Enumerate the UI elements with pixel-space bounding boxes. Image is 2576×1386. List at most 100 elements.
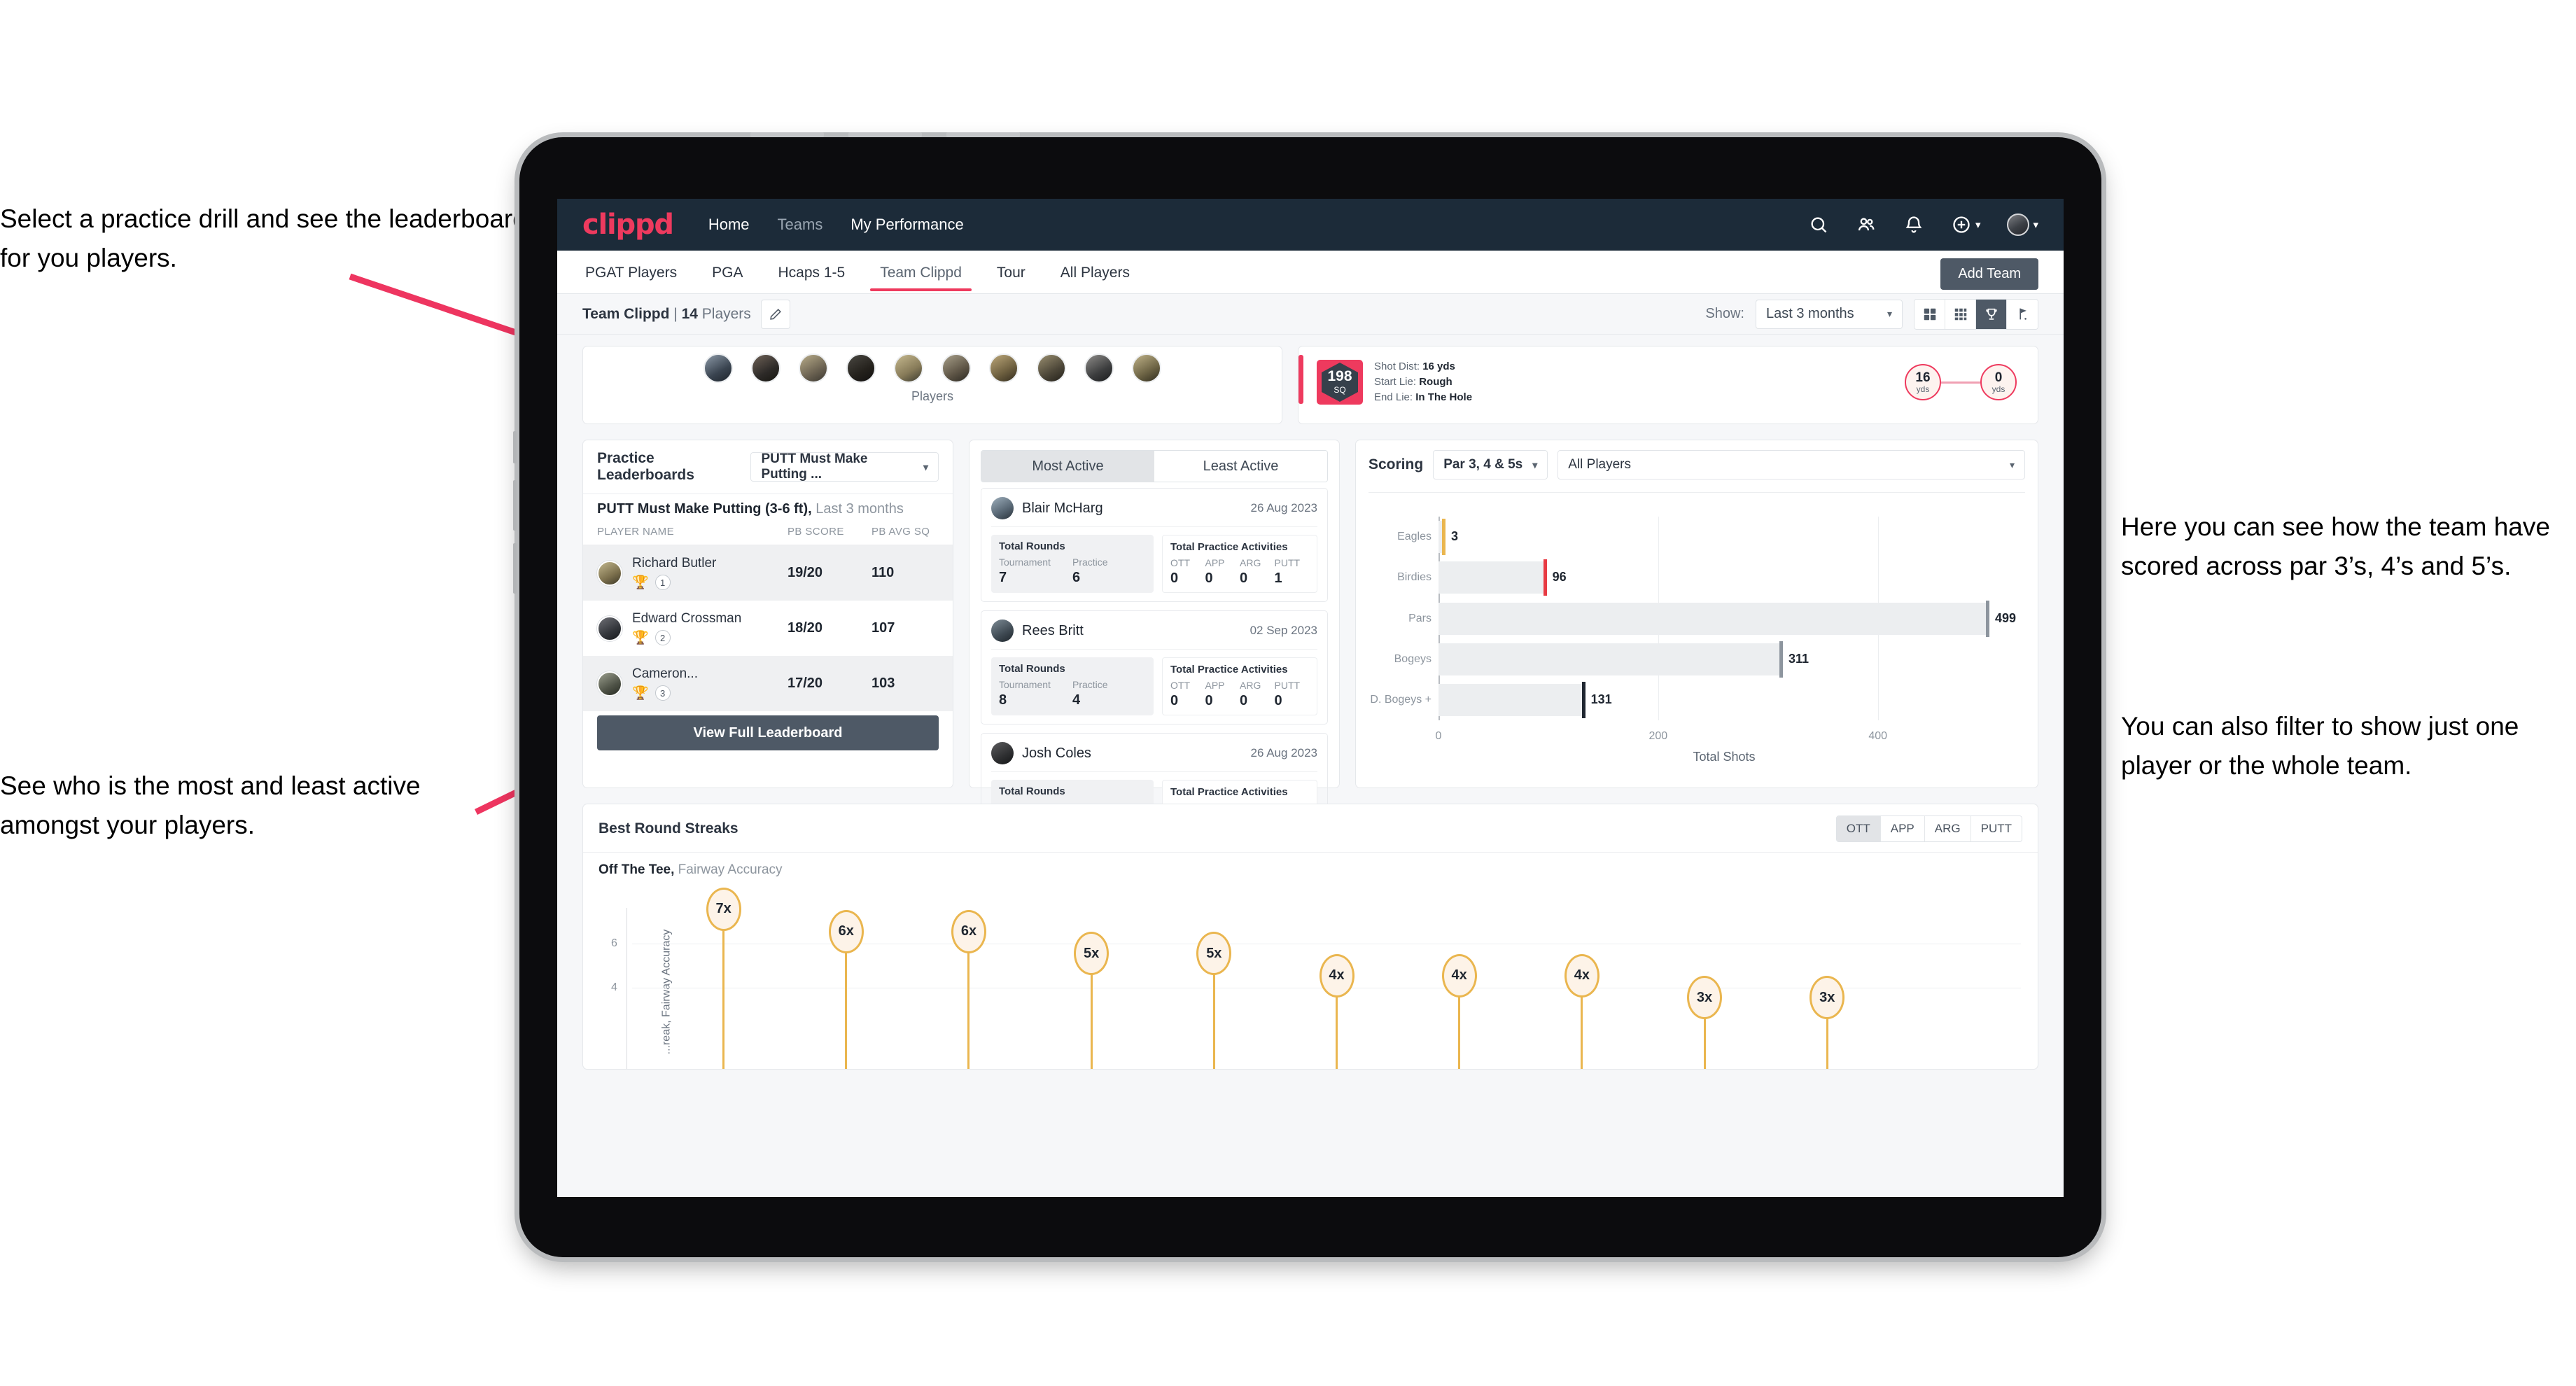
team-tabs: PGAT Players PGA Hcaps 1-5 Team Clippd T… [557,251,2064,294]
tab-pga[interactable]: PGA [709,253,746,291]
avatar[interactable] [704,354,733,383]
streak-stem [1581,987,1583,1069]
sq-unit: SQ [1334,384,1346,395]
practice-activities-title: Total Practice Activities [1170,664,1288,676]
add-menu[interactable]: ▾ [1951,214,1980,235]
chevron-down-icon: ▾ [1532,458,1538,470]
tab-all-players[interactable]: All Players [1058,253,1133,291]
shot-dist-line: Shot Dist: 16 yds [1374,360,1455,373]
grid-2x2-icon[interactable] [1914,299,1945,329]
table-row[interactable]: Cameron... 🏆 3 17/20 103 [583,656,953,711]
accent-bar [1298,355,1303,404]
total-rounds-block: Total Rounds Tournament 7 Practice 6 [991,535,1154,593]
streak-value-bubble: 4x [1319,953,1354,997]
view-full-leaderboard-button[interactable]: View Full Leaderboard [597,715,939,750]
nav-link-my-performance[interactable]: My Performance [850,216,963,234]
table-row[interactable]: Edward Crossman 🏆 2 18/20 107 [583,601,953,656]
ott-cell: OTT0 [1170,680,1190,708]
avatar[interactable] [1037,354,1066,383]
avatar[interactable] [894,354,923,383]
drill-select[interactable]: PUTT Must Make Putting ... ▾ [750,451,939,482]
toggle-app[interactable]: APP [1880,816,1925,841]
shot-quality-badge: 198 SQ [1317,360,1363,405]
bar-value-label: 131 [1590,692,1612,706]
player-filter-select[interactable]: All Players ▾ [1558,450,2025,479]
nav-link-teams[interactable]: Teams [778,216,823,234]
x-axis-tick: 200 [1648,730,1668,742]
putt-cell: PUTT 0 [1274,680,1301,708]
avatar[interactable] [846,354,876,383]
nav-links: Home Teams My Performance [708,216,964,234]
grid-3x3-icon[interactable] [1945,299,1976,329]
bar-value-label: 96 [1552,570,1567,584]
bar: 499 [1438,600,2016,637]
tab-team-clippd[interactable]: Team Clippd [870,253,972,291]
drill-select-value: PUTT Must Make Putting ... [761,451,868,482]
middle-row: Practice Leaderboards PUTT Must Make Put… [582,440,2038,847]
flag-icon[interactable] [2007,299,2038,329]
toggle-putt[interactable]: PUTT [1970,816,2022,841]
player-stats: Total Rounds Tournament 8 Practice 4 Total… [991,657,1317,715]
shot-detail-card: 198 SQ Shot Dist: 16 yds Start Lie: Roug… [1298,346,2038,424]
practice-activities-values: OTT 0 APP 0 ARG 0 PUTT 0 [1170,680,1309,709]
player-name: Cameron... [632,666,698,681]
bar-value-label: 3 [1451,529,1459,544]
trophy-icon: 🏆 [632,630,649,645]
tab-hcaps-1-5[interactable]: Hcaps 1-5 [775,253,848,291]
pb-score: 17/20 [788,676,823,691]
player-name: Edward Crossman [632,611,742,626]
streaks-plot-area: ...reak, Fairway Accuracy 4 6 7x 6x 6x 5x 5x 4x… [611,887,2021,1069]
streaks-y-axis-label: ...reak, Fairway Accuracy [660,929,673,1055]
avatar[interactable] [799,354,828,383]
total-rounds-title: Total Rounds [999,785,1065,797]
avatar[interactable] [989,354,1018,383]
list-item[interactable]: Blair McHarg 26 Aug 2023 Total Rounds To… [981,488,1328,602]
avatar[interactable] [1084,354,1114,383]
device-button [848,132,922,137]
shot-distance-diagram: 16 yds 0 yds [1905,364,2017,400]
tab-pgat-players[interactable]: PGAT Players [582,253,680,291]
bell-icon[interactable] [1903,214,1924,235]
toggle-arg[interactable]: ARG [1924,816,1971,841]
best-round-streaks-card: Best Round Streaks OTT APP ARG PUTT Off … [582,804,2038,1070]
people-icon[interactable] [1856,214,1877,235]
avatar[interactable] [2007,214,2030,236]
clippd-logo[interactable]: clippd [582,209,674,241]
tab-most-active[interactable]: Most Active [981,451,1154,482]
avatar[interactable] [1132,354,1161,383]
team-title: Team Clippd | 14 Players [582,305,751,322]
rank-badges: 🏆 2 [632,630,788,645]
tab-tour[interactable]: Tour [994,253,1028,291]
search-icon[interactable] [1808,214,1829,235]
avatar[interactable] [941,354,971,383]
ott-cell: OTT0 [1170,557,1190,586]
col-pb-avg-sq: PB AVG SQ [872,526,930,538]
avatar [991,620,1014,642]
y-axis-tick: 6 [611,937,617,949]
shot-detail-inner: 198 SQ Shot Dist: 16 yds Start Lie: Roug… [1298,354,2038,411]
add-team-button[interactable]: Add Team [1940,258,2038,290]
nav-link-home[interactable]: Home [708,216,750,234]
device-button [750,132,824,137]
plus-circle-icon[interactable] [1951,214,1972,235]
avatar [597,560,622,586]
account-menu[interactable]: ▾ [2007,214,2038,236]
table-row[interactable]: Richard Butler 🏆 1 19/20 110 [583,545,953,601]
streak-value-bubble: 5x [1074,932,1110,976]
pencil-icon[interactable] [760,299,790,329]
streaks-title: Best Round Streaks [598,820,738,836]
avatar[interactable] [751,354,780,383]
streak-value-bubble: 4x [1441,953,1477,997]
trophy-icon[interactable] [1976,299,2007,329]
device-side-button [513,431,517,463]
bar-category-label: D. Bogeys + [1370,693,1432,706]
date-range-select[interactable]: Last 3 months ▾ [1756,299,1903,329]
par-select[interactable]: Par 3, 4 & 5s ▾ [1433,450,1548,479]
total-rounds-values: Tournament 7 Practice 6 [999,556,1146,586]
practice-cell: Practice 6 [1072,556,1108,585]
bar: 311 [1438,640,1809,678]
streak-value-bubble: 4x [1564,953,1600,997]
tab-least-active[interactable]: Least Active [1154,451,1327,482]
toggle-ott[interactable]: OTT [1836,816,1881,841]
list-item[interactable]: Rees Britt 02 Sep 2023 Total Rounds Tour… [981,610,1328,724]
